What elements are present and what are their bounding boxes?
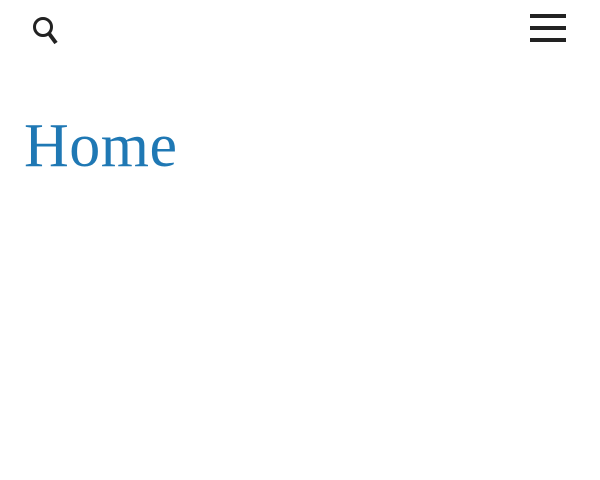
page: Home <box>0 0 600 480</box>
search-button[interactable] <box>30 14 62 48</box>
search-icon <box>33 17 58 45</box>
hamburger-menu-icon-bar <box>530 26 566 30</box>
menu-button[interactable] <box>527 12 569 46</box>
page-title: Home <box>24 112 178 180</box>
hamburger-menu-icon-bar <box>530 14 566 18</box>
hamburger-menu-icon-bar <box>530 38 566 42</box>
